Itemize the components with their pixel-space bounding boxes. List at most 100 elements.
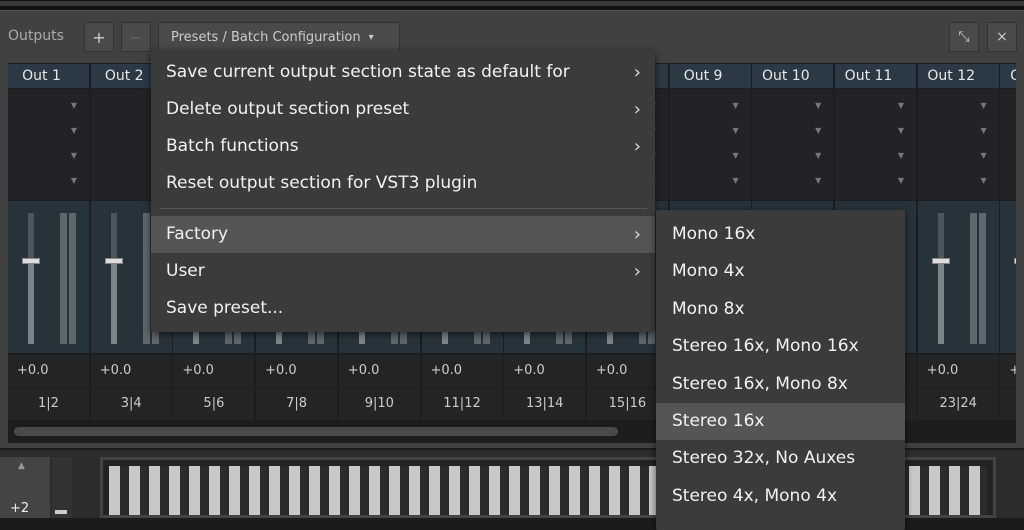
submenu-item[interactable]: Stereo 32x, No Auxes [656, 440, 905, 477]
chevron-down-icon[interactable]: ▼ [815, 126, 821, 135]
menu-item-label: Factory [166, 224, 229, 244]
chevron-down-icon[interactable]: ▼ [898, 126, 904, 135]
channel-assignment[interactable]: 9|10 [338, 388, 420, 420]
menu-item-label: Reset output section for VST3 plugin [166, 173, 478, 193]
chevron-down-icon[interactable]: ▼ [815, 151, 821, 160]
volume-value[interactable]: +0.0 [504, 355, 586, 387]
close-icon: × [996, 29, 1008, 45]
routing-dropdowns[interactable]: ▼▼▼▼ [1000, 89, 1016, 200]
channel-assignment[interactable]: 5|6 [173, 388, 255, 420]
fader-handle[interactable] [22, 258, 40, 264]
chevron-right-icon: › [633, 62, 641, 83]
submenu-item[interactable]: Stereo 4x, Mono 4x [656, 478, 905, 515]
chevron-down-icon[interactable]: ▼ [981, 101, 987, 110]
routing-dropdowns[interactable]: ▼ ▼ ▼ ▼ [669, 89, 751, 200]
channel-assignment[interactable]: 3|4 [90, 388, 172, 420]
presets-dropdown[interactable]: Presets / Batch Configuration ▾ [158, 22, 400, 52]
menu-item-label: Save preset... [166, 298, 284, 318]
fader-handle[interactable] [1014, 258, 1016, 264]
menu-item[interactable]: Save preset... [151, 290, 655, 327]
remove-output-button[interactable]: − [121, 22, 151, 52]
level-meter [142, 213, 150, 344]
channel-assignment[interactable] [1000, 388, 1016, 420]
volume-value[interactable]: +0.0 [338, 355, 420, 387]
menu-item-label: Delete output section preset [166, 99, 410, 119]
menu-item[interactable]: Factory › [151, 216, 655, 253]
collapse-button[interactable]: ⤡ [949, 22, 979, 52]
chevron-right-icon: › [633, 99, 641, 120]
menu-item-label: User [166, 261, 205, 281]
horizontal-scrollbar[interactable] [14, 427, 618, 436]
channel-strip: Out 13 ▼▼▼▼ +0.0 [1000, 63, 1016, 420]
chevron-down-icon[interactable]: ▼ [898, 176, 904, 185]
chevron-down-icon[interactable]: ▼ [71, 126, 77, 135]
submenu-item[interactable]: Stereo 16x, Mono 16x [656, 328, 905, 365]
chevron-down-icon[interactable]: ▼ [815, 176, 821, 185]
menu-item[interactable]: Delete output section preset › [151, 91, 655, 128]
chevron-down-icon[interactable]: ▼ [981, 126, 987, 135]
menu-item-label: Save current output section state as def… [166, 62, 570, 82]
channel-assignment[interactable]: 7|8 [256, 388, 338, 420]
octave-control[interactable]: ▲ +2 [0, 457, 50, 518]
chevron-down-icon[interactable]: ▼ [981, 151, 987, 160]
channel-assignment[interactable]: 1|2 [8, 388, 89, 420]
volume-value[interactable]: +0.0 [256, 355, 338, 387]
chevron-down-icon[interactable]: ▼ [71, 101, 77, 110]
channel-name[interactable]: Out 9 [669, 64, 751, 88]
chevron-down-icon[interactable]: ▼ [981, 176, 987, 185]
fader-handle[interactable] [931, 258, 950, 264]
channel-strip: Out 12 ▼ ▼ ▼ ▼ +0.0 23|24 [917, 63, 1000, 420]
volume-value[interactable]: +0.0 [8, 355, 89, 387]
chevron-down-icon[interactable]: ▼ [71, 176, 77, 185]
pitch-slider[interactable] [52, 457, 72, 518]
chevron-down-icon[interactable]: ▼ [815, 101, 821, 110]
add-output-button[interactable]: + [84, 22, 114, 52]
channel-name[interactable]: Out 11 [835, 64, 916, 88]
submenu-item[interactable]: Mono 4x [656, 253, 905, 290]
chevron-right-icon: › [633, 261, 641, 282]
channel-assignment[interactable]: 13|14 [504, 388, 586, 420]
level-meter [978, 213, 986, 344]
level-meter [969, 213, 977, 344]
routing-dropdowns[interactable]: ▼ ▼ ▼ ▼ [917, 89, 999, 200]
chevron-down-icon[interactable]: ▼ [732, 126, 738, 135]
channel-name[interactable]: Out 1 [8, 64, 89, 88]
menu-item[interactable]: Reset output section for VST3 plugin [151, 165, 655, 202]
volume-value[interactable]: +0.0 [917, 355, 999, 387]
chevron-right-icon: › [633, 136, 641, 157]
routing-dropdowns[interactable]: ▼ ▼ ▼ ▼ [752, 89, 834, 200]
octave-value: +2 [10, 501, 30, 516]
close-button[interactable]: × [987, 22, 1017, 52]
chevron-down-icon[interactable]: ▼ [71, 151, 77, 160]
submenu-item[interactable]: Stereo 16x [656, 403, 905, 440]
octave-up-icon[interactable]: ▲ [18, 461, 25, 471]
channel-name[interactable]: Out 12 [917, 64, 999, 88]
channel-assignment[interactable]: 23|24 [917, 388, 999, 420]
volume-value[interactable]: +0.0 [90, 355, 172, 387]
menu-item[interactable]: Save current output section state as def… [151, 54, 655, 91]
submenu-item[interactable]: Mono 16x [656, 216, 905, 253]
chevron-down-icon[interactable]: ▼ [898, 151, 904, 160]
menu-separator [159, 208, 647, 209]
volume-value[interactable]: +0.0 [1000, 355, 1016, 387]
channel-name[interactable]: Out 10 [752, 64, 834, 88]
fader-handle[interactable] [104, 258, 123, 264]
level-meter [60, 213, 67, 344]
menu-item[interactable]: Batch functions › [151, 128, 655, 165]
submenu-item[interactable]: Stereo 16x, Mono 8x [656, 366, 905, 403]
chevron-down-icon[interactable]: ▼ [732, 176, 738, 185]
volume-value[interactable]: +0.0 [421, 355, 503, 387]
volume-value[interactable]: +0.0 [173, 355, 255, 387]
chevron-down-icon[interactable]: ▼ [732, 101, 738, 110]
chevron-down-icon[interactable]: ▼ [898, 101, 904, 110]
channel-name[interactable]: Out 13 [1000, 64, 1016, 88]
menu-item[interactable]: User › [151, 253, 655, 290]
chevron-down-icon[interactable]: ▼ [732, 151, 738, 160]
chevron-right-icon: › [633, 224, 641, 245]
routing-dropdowns[interactable]: ▼ ▼ ▼ ▼ [8, 89, 89, 200]
top-strip [0, 0, 1024, 10]
submenu-item[interactable]: Mono 8x [656, 291, 905, 328]
channel-assignment[interactable]: 11|12 [421, 388, 503, 420]
routing-dropdowns[interactable]: ▼ ▼ ▼ ▼ [835, 89, 916, 200]
level-meter [69, 213, 76, 344]
